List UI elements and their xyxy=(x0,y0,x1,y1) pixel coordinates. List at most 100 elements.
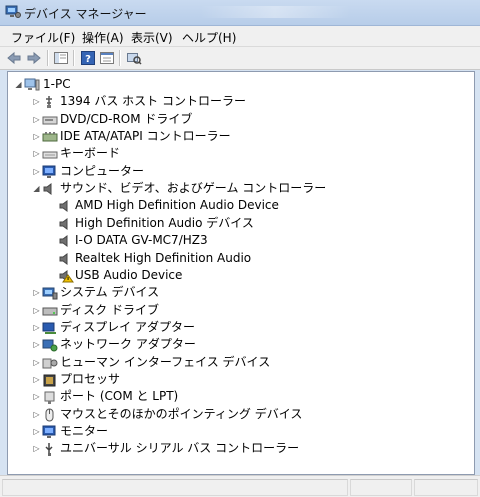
mouse-icon xyxy=(42,408,58,422)
computer-icon xyxy=(24,78,40,92)
expand-triangle-icon[interactable]: ▷ xyxy=(32,427,41,436)
scan-hardware-icon[interactable] xyxy=(126,50,142,66)
tree-category[interactable]: ▷ ネットワーク アダプター xyxy=(8,336,468,353)
tree-category[interactable]: ▷ マウスとそのほかのポインティング デバイス xyxy=(8,406,468,423)
tree-category[interactable]: ▷ 1394 バス ホスト コントローラー xyxy=(8,93,468,110)
properties-icon[interactable] xyxy=(99,50,115,66)
tree-device-label: USB Audio Device xyxy=(75,267,183,282)
tree-category-label: 1394 バス ホスト コントローラー xyxy=(60,94,246,109)
expand-triangle-icon[interactable]: ▷ xyxy=(32,392,41,401)
expand-triangle-icon[interactable]: ▷ xyxy=(32,306,41,315)
tree-device[interactable]: High Definition Audio デバイス xyxy=(8,215,468,232)
speaker-icon xyxy=(58,217,74,231)
window-title: デバイス マネージャー xyxy=(24,7,147,21)
expand-triangle-icon[interactable]: ▷ xyxy=(32,375,41,384)
tree-category[interactable]: ▷ ディスク ドライブ xyxy=(8,302,468,319)
collapse-triangle-icon[interactable]: ◢ xyxy=(32,184,41,193)
tree-category-label: コンピューター xyxy=(60,163,145,178)
monitor-icon xyxy=(42,425,58,439)
device-manager-icon xyxy=(5,5,21,19)
tree-category-label: ディスク ドライブ xyxy=(60,302,159,317)
tree-category[interactable]: ▷ モニター xyxy=(8,423,468,440)
tree-category-label: プロセッサ xyxy=(60,371,121,386)
forward-arrow-icon[interactable] xyxy=(26,50,42,66)
menu-help[interactable]: ヘルプ(H) xyxy=(182,29,236,46)
ide-controller-icon xyxy=(42,130,58,144)
title-bar: デバイス マネージャー xyxy=(0,0,480,26)
hid-icon xyxy=(42,356,58,370)
port-icon xyxy=(42,390,58,405)
tree-category[interactable]: ▷ キーボード xyxy=(8,145,468,162)
tree-category-label: キーボード xyxy=(60,146,121,161)
back-arrow-icon[interactable] xyxy=(6,50,22,66)
menu-view[interactable]: 表示(V) xyxy=(131,29,173,46)
firewire-icon xyxy=(42,95,58,109)
expand-triangle-icon[interactable]: ▷ xyxy=(32,167,41,176)
tree-category-label: サウンド、ビデオ、およびゲーム コントローラー xyxy=(60,181,327,196)
tree-category[interactable]: ▷ DVD/CD-ROM ドライブ xyxy=(8,111,468,128)
help-icon[interactable]: ? xyxy=(80,50,96,66)
usb-icon xyxy=(42,442,58,457)
tree-category[interactable]: ▷ ポート (COM と LPT) xyxy=(8,388,468,405)
menu-action[interactable]: 操作(A) xyxy=(82,29,124,46)
tree-category-label: ポート (COM と LPT) xyxy=(60,389,179,404)
system-devices-icon xyxy=(42,286,58,300)
monitor-icon xyxy=(42,165,58,179)
speaker-icon xyxy=(58,199,74,213)
keyboard-icon xyxy=(42,147,58,161)
menu-file[interactable]: ファイル(F) xyxy=(11,29,75,46)
tree-category[interactable]: ▷ コンピューター xyxy=(8,163,468,180)
expand-triangle-icon[interactable]: ▷ xyxy=(32,288,41,297)
tree-device[interactable]: USB Audio Device xyxy=(8,267,468,284)
tree-device-label: High Definition Audio デバイス xyxy=(75,215,254,230)
expand-triangle-icon[interactable]: ▷ xyxy=(32,323,41,332)
tree-category[interactable]: ▷ プロセッサ xyxy=(8,371,468,388)
tree-category-label: マウスとそのほかのポインティング デバイス xyxy=(60,406,303,421)
toolbar: ? xyxy=(0,47,480,70)
tree-device-label: I-O DATA GV-MC7/HZ3 xyxy=(75,233,208,248)
tree-device[interactable]: Realtek High Definition Audio xyxy=(8,250,468,267)
speaker-warning-icon xyxy=(58,269,74,283)
tree-category-label: ネットワーク アダプター xyxy=(60,337,196,352)
tree-category[interactable]: ▷ IDE ATA/ATAPI コントローラー xyxy=(8,128,468,145)
tree-category-label: IDE ATA/ATAPI コントローラー xyxy=(60,129,231,144)
expand-triangle-icon[interactable]: ▷ xyxy=(32,97,41,106)
expand-triangle-icon[interactable]: ▷ xyxy=(32,410,41,419)
expand-triangle-icon[interactable]: ▷ xyxy=(32,358,41,367)
expand-triangle-icon[interactable]: ▷ xyxy=(32,444,41,453)
tree-category[interactable]: ▷ ディスプレイ アダプター xyxy=(8,319,468,336)
tree-device[interactable]: AMD High Definition Audio Device xyxy=(8,197,468,214)
speaker-icon xyxy=(58,252,74,266)
tree-category-label: ヒューマン インターフェイス デバイス xyxy=(60,354,271,369)
expand-triangle-icon[interactable]: ▷ xyxy=(32,115,41,124)
svg-text:?: ? xyxy=(85,54,91,65)
speaker-icon xyxy=(42,182,58,196)
tree-device[interactable]: I-O DATA GV-MC7/HZ3 xyxy=(8,232,468,249)
processor-icon xyxy=(42,373,58,387)
tree-device-label: Realtek High Definition Audio xyxy=(75,250,252,265)
expand-triangle-icon[interactable]: ▷ xyxy=(32,340,41,349)
menu-bar: ファイル(F) 操作(A) 表示(V) ヘルプ(H) xyxy=(0,26,480,47)
tree-category[interactable]: ▷ ユニバーサル シリアル バス コントローラー xyxy=(8,440,468,457)
display-adapter-icon xyxy=(42,321,58,335)
tree-category[interactable]: ◢ サウンド、ビデオ、およびゲーム コントローラー xyxy=(8,180,468,197)
tree-device-label: AMD High Definition Audio Device xyxy=(75,198,279,213)
tree-root[interactable]: ◢ 1-PC xyxy=(8,76,468,93)
tree-root-label: 1-PC xyxy=(43,77,71,91)
expand-triangle-icon[interactable]: ▷ xyxy=(32,149,41,158)
collapse-triangle-icon[interactable]: ◢ xyxy=(14,80,23,89)
dvd-drive-icon xyxy=(42,113,58,127)
tree-category-label: DVD/CD-ROM ドライブ xyxy=(60,111,193,126)
status-bar xyxy=(0,475,480,497)
show-hide-console-tree-icon[interactable] xyxy=(53,50,69,66)
disk-drive-icon xyxy=(42,304,58,318)
tree-category-label: モニター xyxy=(60,424,109,438)
tree-category-label: ディスプレイ アダプター xyxy=(60,319,195,334)
tree-category[interactable]: ▷ ヒューマン インターフェイス デバイス xyxy=(8,354,468,371)
expand-triangle-icon[interactable]: ▷ xyxy=(32,132,41,141)
device-tree[interactable]: ◢ 1-PC ▷ 1394 バス ホスト コントローラー ▷ DVD/CD-ROM ド… xyxy=(7,71,475,475)
tree-category[interactable]: ▷ システム デバイス xyxy=(8,284,468,301)
network-adapter-icon xyxy=(42,338,58,352)
tree-category-label: ユニバーサル シリアル バス コントローラー xyxy=(60,441,300,456)
tree-category-label: システム デバイス xyxy=(60,285,160,300)
